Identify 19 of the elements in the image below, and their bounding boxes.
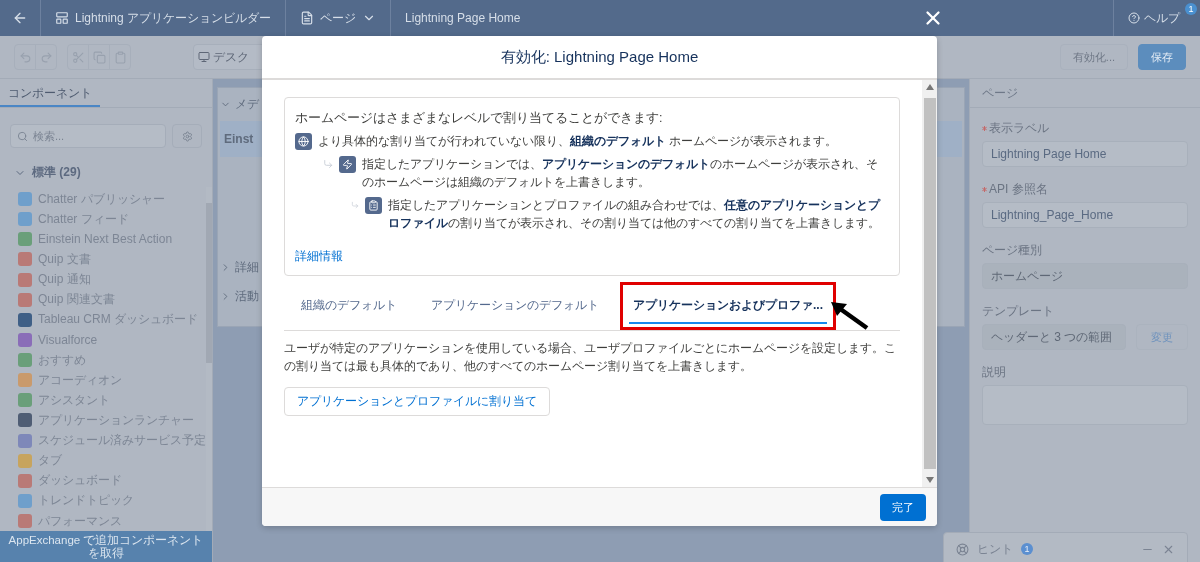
input-field: ヘッダーと 3 つの範囲 [982,324,1126,350]
field-label: テンプレート [982,303,1055,320]
notification-badge: 1 [1185,3,1197,15]
level-description: 指定したアプリケーションとプロファイルの組み合わせでは、任意のアプリケーションとプロファイルの割り当てが表示され、その割り当ては他のすべての割り当てを上書きします。 [388,197,882,232]
intro-text: ホームページはさまざまなレベルで割り当てることができます: [295,110,664,127]
field-label: 表示ラベル [982,120,1188,137]
field-label: ページ種別 [982,242,1043,259]
page-title: Lightning Page Home [405,11,521,25]
dialog-title: 有効化: Lightning Page Home [500,47,699,67]
level-description: 指定したアプリケーションでは、アプリケーションのデフォルトのホームページが表示され、そのホームページは組織のデフォルトを上書きします。 [362,156,880,191]
level-description: より具体的な割り当てが行われていない限り、組織のデフォルト ホームページが表示されます。 [318,133,838,150]
field-label: API 参照名 [982,181,1188,198]
hint-badge: 1 [1021,543,1033,555]
app-title: Lightning アプリケーションビルダー [75,9,272,27]
card-title: Einst [223,132,255,146]
field-label: 説明 [982,364,1007,381]
tab-description: ユーザが特定のアプリケーションを使用している場合、ユーザプロファイルごとにホームページを設定します。この割り当ては最も具体的であり、他のすべてのホームページ割り当てを上書きします。 [284,339,897,375]
panel-title: ページ [970,79,1200,108]
input-field: ホームページ [982,263,1188,289]
